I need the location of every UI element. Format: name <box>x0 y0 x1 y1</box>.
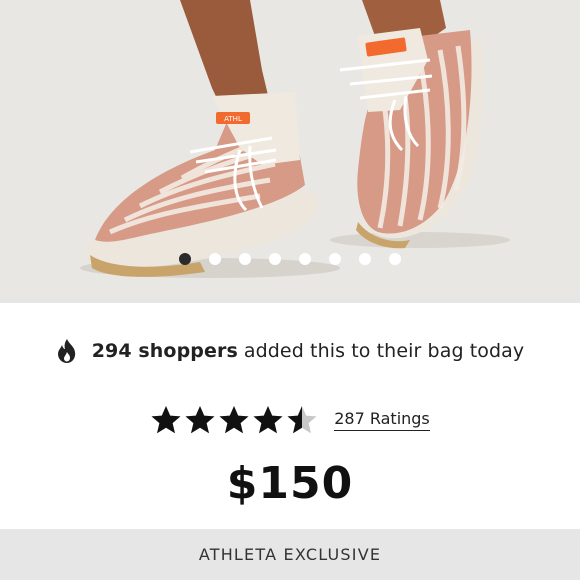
carousel-dot[interactable] <box>179 253 191 265</box>
carousel-dot[interactable] <box>299 253 311 265</box>
star-half-icon <box>287 406 317 434</box>
product-price: $150 <box>226 458 354 509</box>
carousel-dot[interactable] <box>359 253 371 265</box>
carousel-dot[interactable] <box>209 253 221 265</box>
svg-text:ATHL: ATHL <box>224 115 242 123</box>
section-divider <box>0 297 580 303</box>
ratings-link[interactable]: 287 Ratings <box>334 409 430 431</box>
carousel-dot[interactable] <box>269 253 281 265</box>
star-rating <box>150 404 318 436</box>
carousel-dots <box>0 253 580 271</box>
star-full-icon <box>185 406 215 434</box>
carousel-dot[interactable] <box>239 253 251 265</box>
star-full-icon <box>253 406 283 434</box>
social-proof-text: added this to their bag today <box>243 340 525 362</box>
shopper-count: 294 shoppers <box>91 340 238 362</box>
social-proof-banner: 294 shoppers added this to their bag tod… <box>0 338 580 364</box>
carousel-dot[interactable] <box>329 253 341 265</box>
flame-icon <box>57 339 75 363</box>
rating-summary: 287 Ratings <box>0 404 580 436</box>
star-full-icon <box>151 406 181 434</box>
exclusive-label: ATHLETA EXCLUSIVE <box>198 545 382 564</box>
star-full-icon <box>219 406 249 434</box>
exclusive-badge: ATHLETA EXCLUSIVE <box>0 529 580 580</box>
product-image-gallery[interactable]: ATHL <box>0 0 580 297</box>
carousel-dot[interactable] <box>389 253 401 265</box>
